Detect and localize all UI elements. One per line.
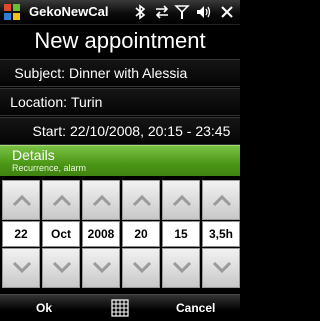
duration-spinner: 3,5h	[202, 180, 240, 288]
status-bar: GekoNewCal	[0, 0, 240, 25]
duration-value[interactable]: 3,5h	[202, 221, 240, 247]
month-up-button[interactable]	[42, 180, 80, 220]
day-value[interactable]: 22	[2, 221, 40, 247]
minute-spinner: 15	[162, 180, 200, 288]
details-bar[interactable]: Details Recurrence, alarm	[0, 145, 240, 176]
chevron-down-icon	[132, 261, 152, 274]
month-spinner: Oct	[42, 180, 80, 288]
location-label: Location:	[10, 94, 67, 110]
year-value[interactable]: 2008	[82, 221, 120, 247]
day-spinner: 22	[2, 180, 40, 288]
chevron-up-icon	[172, 194, 192, 207]
minute-up-button[interactable]	[162, 180, 200, 220]
cancel-softkey[interactable]: Cancel	[176, 301, 215, 315]
start-row[interactable]: Start: 22/10/2008, 20:15 - 23:45	[0, 117, 240, 145]
data-sync-icon[interactable]	[153, 3, 171, 21]
duration-up-button[interactable]	[202, 180, 240, 220]
location-value[interactable]: Turin	[71, 94, 102, 110]
start-value[interactable]: 22/10/2008, 20:15 - 23:45	[70, 123, 230, 139]
day-up-button[interactable]	[2, 180, 40, 220]
year-down-button[interactable]	[82, 248, 120, 288]
softkey-bar: Ok Cancel	[0, 294, 240, 321]
details-title: Details	[12, 147, 55, 163]
chevron-down-icon	[212, 261, 232, 274]
year-up-button[interactable]	[82, 180, 120, 220]
close-icon[interactable]	[218, 3, 236, 21]
keyboard-icon[interactable]	[111, 299, 129, 317]
year-spinner: 2008	[82, 180, 120, 288]
ok-softkey[interactable]: Ok	[36, 301, 52, 315]
month-value[interactable]: Oct	[42, 221, 80, 247]
location-row[interactable]: Location: Turin	[0, 88, 240, 116]
chevron-up-icon	[212, 194, 232, 207]
chevron-up-icon	[52, 194, 72, 207]
bluetooth-icon[interactable]	[131, 3, 149, 21]
hour-up-button[interactable]	[122, 180, 160, 220]
minute-value[interactable]: 15	[162, 221, 200, 247]
date-time-spinners: 22 Oct 2008 20 15 3,5h	[0, 176, 240, 294]
chevron-up-icon	[92, 194, 112, 207]
signal-icon[interactable]	[173, 3, 191, 21]
details-subtitle: Recurrence, alarm	[12, 163, 87, 173]
chevron-down-icon	[52, 261, 72, 274]
month-down-button[interactable]	[42, 248, 80, 288]
chevron-up-icon	[12, 194, 32, 207]
chevron-up-icon	[132, 194, 152, 207]
hour-down-button[interactable]	[122, 248, 160, 288]
minute-down-button[interactable]	[162, 248, 200, 288]
duration-down-button[interactable]	[202, 248, 240, 288]
day-down-button[interactable]	[2, 248, 40, 288]
volume-icon[interactable]	[195, 3, 213, 21]
chevron-down-icon	[172, 261, 192, 274]
subject-label: Subject:	[14, 65, 65, 81]
page-title: New appointment	[34, 28, 206, 53]
chevron-down-icon	[92, 261, 112, 274]
start-label: Start:	[32, 123, 66, 139]
hour-spinner: 20	[122, 180, 160, 288]
hour-value[interactable]: 20	[122, 221, 160, 247]
subject-row[interactable]: Subject: Dinner with Alessia	[0, 59, 240, 87]
start-logo[interactable]	[2, 2, 22, 22]
subject-value[interactable]: Dinner with Alessia	[69, 65, 187, 81]
chevron-down-icon	[12, 261, 32, 274]
app-title: GekoNewCal	[29, 4, 109, 19]
